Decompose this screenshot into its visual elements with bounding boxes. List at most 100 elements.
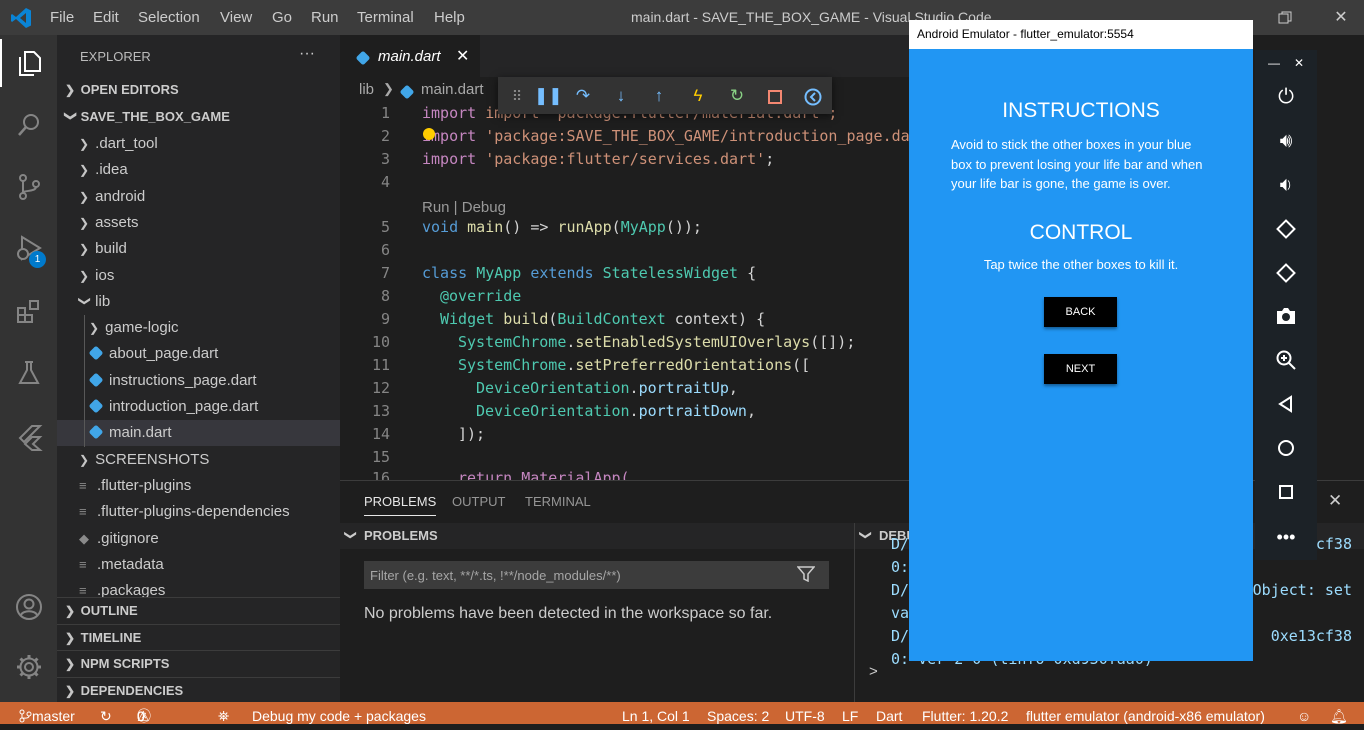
back-button[interactable]: BACK <box>1044 297 1117 327</box>
tree-item[interactable]: ❯ lib <box>57 289 340 315</box>
tree-item[interactable]: instructions_page.dart <box>57 368 340 394</box>
tree-item[interactable]: about_page.dart <box>57 341 340 367</box>
tree-item[interactable]: ❯ .dart_tool <box>57 131 340 157</box>
drag-handle-icon[interactable]: ⠿ <box>506 85 528 107</box>
volume-down-icon[interactable]: 🔉︎ <box>1255 163 1317 207</box>
feedback-icon[interactable]: ☺ <box>1297 702 1311 724</box>
tab-close-icon[interactable]: ✕ <box>456 46 469 66</box>
restore-button[interactable] <box>1262 0 1308 35</box>
rotate-right-icon[interactable] <box>1255 251 1317 295</box>
tree-item[interactable]: introduction_page.dart <box>57 394 340 420</box>
zoom-icon[interactable] <box>1255 338 1317 382</box>
code-token: setPreferredOrientations <box>575 356 793 374</box>
encoding[interactable]: UTF-8 <box>785 702 825 724</box>
back-triangle-icon[interactable] <box>1255 382 1317 426</box>
tree-item[interactable]: ❯ game-logic <box>57 315 340 341</box>
testing-flask-icon[interactable] <box>0 349 57 397</box>
emulator-minimize-button[interactable]: — <box>1268 56 1280 70</box>
tree-item[interactable]: ❯ android <box>57 184 340 210</box>
dependencies-section[interactable]: ❯ DEPENDENCIES <box>57 677 340 703</box>
branch-item[interactable]: master <box>18 702 75 724</box>
debug-config[interactable]: Debug my code + packages <box>252 702 426 724</box>
step-out-icon[interactable]: ↑ <box>648 85 670 107</box>
tree-item[interactable]: ❯ ios <box>57 263 340 289</box>
explorer-icon[interactable] <box>0 39 57 87</box>
volume-up-icon[interactable]: 🔊︎ <box>1255 119 1317 163</box>
accounts-icon[interactable] <box>0 583 57 631</box>
menu-go[interactable]: Go <box>272 0 292 35</box>
console-prompt[interactable]: > <box>869 663 878 680</box>
tree-item[interactable]: ≡ .flutter-plugins <box>57 473 340 499</box>
menu-view[interactable]: View <box>220 0 252 35</box>
device-selector[interactable]: flutter emulator (android-x86 emulator) <box>1026 702 1265 724</box>
indentation[interactable]: Spaces: 2 <box>707 702 769 724</box>
lightbulb-icon[interactable] <box>423 128 435 140</box>
tree-item[interactable]: ◆ .gitignore <box>57 526 340 552</box>
tree-item[interactable]: ❯ .idea <box>57 157 340 183</box>
emulator-screen[interactable]: INSTRUCTIONS Avoid to stick the other bo… <box>909 49 1253 661</box>
notifications-bell-icon[interactable]: 🔔︎ <box>1330 702 1348 724</box>
sync-icon[interactable]: ↻ <box>100 702 112 724</box>
camera-icon[interactable] <box>1255 294 1317 338</box>
power-icon[interactable]: ⏻ <box>1255 75 1317 119</box>
search-icon[interactable] <box>0 101 57 149</box>
open-editors-section[interactable]: ❯ OPEN EDITORS <box>57 77 340 103</box>
npm-scripts-section[interactable]: ❯ NPM SCRIPTS <box>57 650 340 676</box>
more-options-icon[interactable]: ••• <box>1255 515 1317 559</box>
tree-item[interactable]: ❯ assets <box>57 210 340 236</box>
step-over-icon[interactable]: ↷ <box>572 85 594 107</box>
codelens-run-debug[interactable]: Run | Debug <box>422 199 506 216</box>
tree-item[interactable]: ≡ .flutter-plugins-dependencies <box>57 499 340 525</box>
timeline-section[interactable]: ❯ TIMELINE <box>57 624 340 650</box>
rotate-left-icon[interactable] <box>1255 207 1317 251</box>
restart-icon[interactable]: ↻ <box>726 85 748 107</box>
language-mode[interactable]: Dart <box>876 702 902 724</box>
flutter-version[interactable]: Flutter: 1.20.2 <box>922 702 1008 724</box>
tab-problems[interactable]: PROBLEMS <box>364 481 437 516</box>
menu-edit[interactable]: Edit <box>93 0 119 35</box>
problems-filter-input[interactable]: Filter (e.g. text, **/*.ts, !**/node_mod… <box>364 561 829 589</box>
extensions-icon[interactable] <box>0 287 57 335</box>
filter-funnel-icon[interactable] <box>796 566 816 585</box>
menu-terminal[interactable]: Terminal <box>357 0 414 35</box>
overview-square-icon[interactable] <box>1255 470 1317 514</box>
run-debug-icon[interactable]: 1 <box>0 225 57 273</box>
tree-item[interactable]: ❯ build <box>57 236 340 262</box>
code-token: () => <box>503 218 558 236</box>
breadcrumb-main-dart[interactable]: main.dart <box>421 81 484 98</box>
tab-output[interactable]: OUTPUT <box>452 481 505 523</box>
next-button[interactable]: NEXT <box>1044 354 1117 384</box>
panel-close-icon[interactable]: ✕ <box>1328 491 1342 511</box>
window-close-button[interactable]: ✕ <box>1318 0 1364 35</box>
tree-item-label: instructions_page.dart <box>109 371 257 389</box>
home-circle-icon[interactable] <box>1255 426 1317 470</box>
breadcrumb-lib[interactable]: lib <box>359 81 374 98</box>
debug-launch-icon[interactable]: ⛯ <box>218 702 229 724</box>
menu-help[interactable]: Help <box>434 0 465 35</box>
emulator-close-button[interactable]: ✕ <box>1294 56 1304 70</box>
menu-selection[interactable]: Selection <box>138 0 200 35</box>
menu-run[interactable]: Run <box>311 0 339 35</box>
pause-icon[interactable]: ❚❚ <box>534 85 563 107</box>
menu-file[interactable]: File <box>50 0 74 35</box>
hot-reload-icon[interactable]: ϟ <box>687 85 709 107</box>
stop-icon[interactable] <box>764 85 786 107</box>
project-root[interactable]: ❯ SAVE_THE_BOX_GAME <box>57 104 340 130</box>
manage-gear-icon[interactable] <box>0 643 57 691</box>
devtools-icon[interactable] <box>802 85 824 107</box>
tree-item[interactable]: ≡ .metadata <box>57 552 340 578</box>
tab-main-dart[interactable]: main.dart ✕ <box>340 35 480 77</box>
tab-terminal[interactable]: TERMINAL <box>525 481 591 523</box>
tree-item[interactable]: ❯ SCREENSHOTS <box>57 447 340 473</box>
explorer-more-button[interactable]: ··· <box>299 45 315 63</box>
line-ending[interactable]: LF <box>842 702 858 724</box>
outline-section[interactable]: ❯ OUTLINE <box>57 597 340 623</box>
emulator-title-bar[interactable]: Android Emulator - flutter_emulator:5554 <box>909 20 1253 49</box>
code-editor[interactable]: 1 2 3 4 5 6 7 8 9 10 11 12 13 14 15 16 import import 'p… <box>340 102 910 480</box>
step-into-icon[interactable]: ↓ <box>610 85 632 107</box>
source-control-icon[interactable] <box>0 163 57 211</box>
flutter-icon[interactable] <box>0 413 57 461</box>
tree-item[interactable]: main.dart <box>57 420 340 447</box>
cursor-position[interactable]: Ln 1, Col 1 <box>622 702 690 724</box>
problems-section-header[interactable]: ❯ PROBLEMS <box>340 523 854 549</box>
